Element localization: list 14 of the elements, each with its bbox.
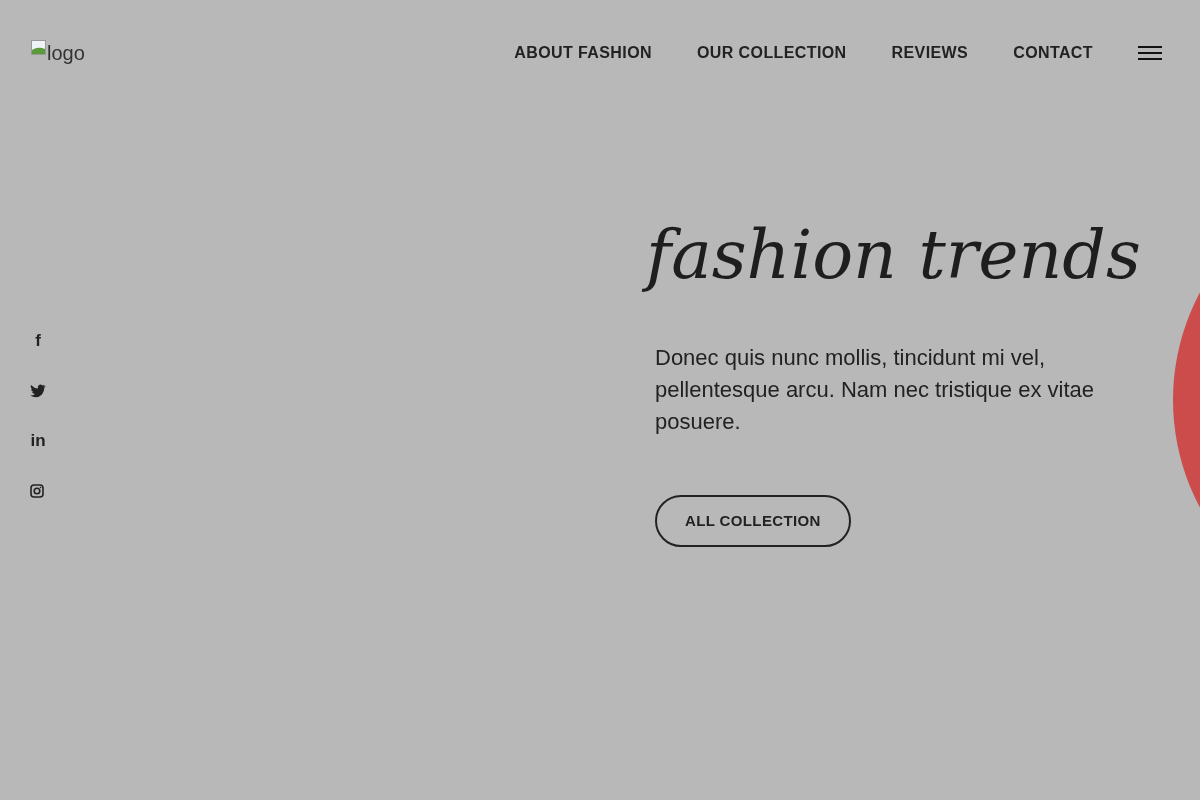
nav-link[interactable]: ABOUT FASHION bbox=[514, 41, 652, 65]
nav-link[interactable]: REVIEWS bbox=[891, 41, 969, 65]
menu-icon[interactable] bbox=[1138, 46, 1162, 60]
nav-link[interactable]: OUR COLLECTION bbox=[697, 41, 847, 65]
social-link[interactable]: in bbox=[30, 430, 46, 452]
nav-link[interactable]: CONTACT bbox=[1013, 41, 1093, 65]
broken-logo-image[interactable]: logo bbox=[31, 38, 85, 68]
hero-title: fashion trends bbox=[640, 190, 1155, 320]
broken-image-icon bbox=[31, 40, 47, 56]
camera-icon[interactable] bbox=[30, 484, 44, 498]
bird-icon[interactable] bbox=[30, 384, 46, 398]
hero-text: Donec quis nunc mollis, tincidunt mi vel, pellentesque arcu. Nam nec tristique ex vitae posuere. bbox=[655, 344, 1095, 436]
all-collection-button[interactable]: ALL COLLECTION bbox=[655, 495, 851, 547]
social-link[interactable]: f bbox=[30, 330, 46, 352]
